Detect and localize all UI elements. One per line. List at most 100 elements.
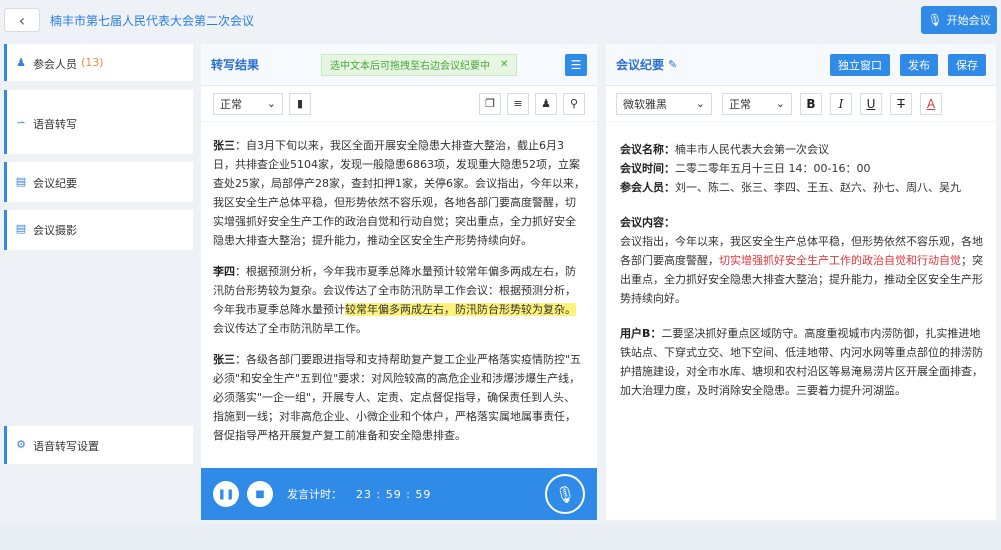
drag-hint: 选中文本后可拖拽至右边会议纪要中 ✕ <box>321 53 518 76</box>
record-mic-button[interactable]: 🎙 <box>545 474 585 514</box>
edit-icon[interactable]: ✎ <box>668 58 677 71</box>
chevron-left-icon: ‹ <box>18 10 26 30</box>
content-text: 会议指出，今年以来，我区安全生产总体平稳，但形势依然不容乐观，各地各部门要高度警… <box>620 232 984 308</box>
transcription-toolbar: 正常 ⌄ ▮ ❐ ≡ ♟ ⚲ <box>201 86 597 122</box>
participants-row: 参会人员：刘一、陈二、张三、李四、王五、赵六、孙七、周八、吴九 <box>620 178 984 197</box>
top-bar: ‹ 楠丰市第七届人民代表大会第二次会议 🎙 开始会议 <box>0 0 1001 40</box>
paragraph-style-select[interactable]: 正常 ⌄ <box>722 92 792 115</box>
transcript-paragraph: 张三：自3月下旬以来，我区全面开展安全隐患大排查大整治，截止6月3日，共排查企业… <box>213 136 585 250</box>
bold-button[interactable]: B <box>800 92 822 115</box>
copy-icon: ❐ <box>485 97 495 110</box>
align-icon: ≡ <box>513 97 523 110</box>
speaker-button[interactable]: ♟ <box>535 92 557 115</box>
recording-bar: ❚❚ ■ 发言计时： 23 : 59 : 59 🎙 <box>201 468 597 520</box>
minutes-panel: 会议纪要 ✎ 独立窗口 发布 保存 微软雅黑 ⌄ 正常 ⌄ B I U T A … <box>606 44 996 520</box>
minutes-content[interactable]: 会议名称：楠丰市人民代表大会第一次会议 会议时间：二零二零年五月十三日 14：0… <box>606 122 996 400</box>
search-button[interactable]: ⚲ <box>563 92 585 115</box>
participants-count: (13) <box>81 56 104 69</box>
sidebar-participants-label: 参会人员 <box>33 58 77 71</box>
gear-icon: ⚙ <box>16 438 26 451</box>
audio-wave-icon: ∽ <box>16 116 26 129</box>
transcription-panel: 转写结果 选中文本后可拖拽至右边会议纪要中 ✕ ☰ 正常 ⌄ ▮ ❐ ≡ ♟ ⚲… <box>201 44 597 520</box>
copy-button[interactable]: ❐ <box>479 92 501 115</box>
timer-label: 发言计时： <box>287 488 342 501</box>
minutes-toolbar: 微软雅黑 ⌄ 正常 ⌄ B I U T A <box>606 86 996 122</box>
save-button[interactable]: 保存 <box>948 53 986 76</box>
meeting-name-value: 楠丰市人民代表大会第一次会议 <box>675 143 829 156</box>
user-b-row: 用户B：二要坚决抓好重点区域防守。高度重视城市内涝防御，扎实推进地铁站点、下穿式… <box>620 324 984 400</box>
font-select-value: 微软雅黑 <box>623 97 667 111</box>
paragraph-text: ：自3月下旬以来，我区全面开展安全隐患大排查大整治，截止6月3日，共排查企业51… <box>213 139 585 247</box>
minutes-actions: 独立窗口 发布 保存 <box>830 53 986 76</box>
bottom-strip <box>0 524 1001 550</box>
start-meeting-label: 开始会议 <box>946 14 991 27</box>
sidebar-settings-label: 语音转写设置 <box>33 440 99 453</box>
transcript-paragraph: 李四：根据预测分析，今年我市夏季总降水量预计较常年偏多两成左右，防汛防台形势较为… <box>213 262 585 338</box>
menu-button[interactable]: ☰ <box>565 53 587 76</box>
sidebar-item-participants[interactable]: ♟ 参会人员 (13) <box>4 44 193 81</box>
sidebar-item-speech-transcribe[interactable]: ∽ 语音转写 <box>4 90 193 154</box>
start-meeting-button[interactable]: 🎙 开始会议 <box>921 6 997 34</box>
italic-icon: I <box>838 96 844 111</box>
chevron-down-icon: ⌄ <box>775 97 785 110</box>
strikethrough-icon: T <box>897 96 905 111</box>
meeting-time-row: 会议时间：二零二零年五月十三日 14：00-16：00 <box>620 159 984 178</box>
chevron-down-icon: ⌄ <box>266 97 276 110</box>
pause-button[interactable]: ❚❚ <box>213 481 239 507</box>
person-icon: ♟ <box>16 56 26 69</box>
sidebar-item-speech-settings[interactable]: ⚙ 语音转写设置 <box>4 426 193 464</box>
underline-icon: U <box>866 96 876 111</box>
sidebar-minutes-label: 会议纪要 <box>33 177 77 190</box>
timer-value: 23 : 59 : 59 <box>356 487 432 501</box>
bookmark-icon: ▮ <box>296 97 304 110</box>
highlighted-text: 较常年偏多两成左右，防汛防台形势较为复杂。 <box>345 303 576 316</box>
style-select[interactable]: 正常 ⌄ <box>213 92 283 115</box>
transcription-header: 转写结果 选中文本后可拖拽至右边会议纪要中 ✕ ☰ <box>201 44 597 86</box>
search-icon: ⚲ <box>569 97 579 110</box>
list-icon: ▤ <box>15 222 27 235</box>
underline-button[interactable]: U <box>860 92 882 115</box>
independent-window-button[interactable]: 独立窗口 <box>830 53 890 76</box>
publish-button[interactable]: 发布 <box>900 53 938 76</box>
align-button[interactable]: ≡ <box>507 92 529 115</box>
paragraph-style-value: 正常 <box>729 97 751 111</box>
meeting-name-row: 会议名称：楠丰市人民代表大会第一次会议 <box>620 140 984 159</box>
tool-group: ❐ ≡ ♟ ⚲ <box>473 92 585 115</box>
sidebar-item-minutes[interactable]: ▤ 会议纪要 <box>4 162 193 202</box>
minutes-header: 会议纪要 ✎ 独立窗口 发布 保存 <box>606 44 996 86</box>
user-b-label: 用户B： <box>620 327 662 340</box>
meeting-name-label: 会议名称： <box>620 143 675 156</box>
transcript-paragraph: 张三：各级各部门要跟进指导和支持帮助复产复工企业严格落实疫情防控"五必须"和安全… <box>213 350 585 445</box>
sidebar-item-summary[interactable]: ▤ 会议摄影 <box>4 210 193 250</box>
participants-label: 参会人员： <box>620 181 675 194</box>
transcription-title: 转写结果 <box>211 58 260 72</box>
speaker-name: 张三 <box>213 353 235 366</box>
content-text-red: 切实增强抓好安全生产工作的政治自觉和行动自觉 <box>719 254 961 267</box>
sidebar-speech-label: 语音转写 <box>33 118 77 131</box>
participants-value: 刘一、陈二、张三、李四、王五、赵六、孙七、周八、吴九 <box>675 181 961 194</box>
strikethrough-button[interactable]: T <box>890 92 912 115</box>
meeting-time-label: 会议时间： <box>620 162 675 175</box>
chevron-down-icon: ⌄ <box>695 97 705 110</box>
font-color-button[interactable]: A <box>920 92 942 115</box>
close-icon[interactable]: ✕ <box>500 59 508 70</box>
user-b-text: 二要坚决抓好重点区域防守。高度重视城市内涝防御，扎实推进地铁站点、下穿式立交、地… <box>620 327 983 397</box>
microphone-icon: 🎙 <box>554 484 576 504</box>
bookmark-button[interactable]: ▮ <box>289 92 311 115</box>
drag-hint-text: 选中文本后可拖拽至右边会议纪要中 <box>330 61 491 72</box>
stop-button[interactable]: ■ <box>247 481 273 507</box>
meeting-time-value: 二零二零年五月十三日 14：00-16：00 <box>675 162 871 175</box>
microphone-icon: 🎙 <box>927 13 943 27</box>
meeting-title: 楠丰市第七届人民代表大会第二次会议 <box>50 14 255 28</box>
content-label: 会议内容： <box>620 216 675 229</box>
transcript-content[interactable]: 张三 ：自3月下旬以来，我区全面开展安全隐患大排查大整治，截止6月3日，共排查企业… <box>201 122 597 470</box>
italic-button[interactable]: I <box>830 92 852 115</box>
stop-icon: ■ <box>255 488 265 500</box>
font-select[interactable]: 微软雅黑 ⌄ <box>616 92 712 115</box>
back-button[interactable]: ‹ <box>4 8 40 32</box>
style-select-value: 正常 <box>220 97 242 111</box>
pause-icon: ❚❚ <box>217 488 235 500</box>
sidebar-summary-label: 会议摄影 <box>33 224 77 237</box>
paragraph-text-tail: 会议传达了全市防汛防旱工作。 <box>213 322 367 335</box>
hamburger-icon: ☰ <box>570 57 582 72</box>
